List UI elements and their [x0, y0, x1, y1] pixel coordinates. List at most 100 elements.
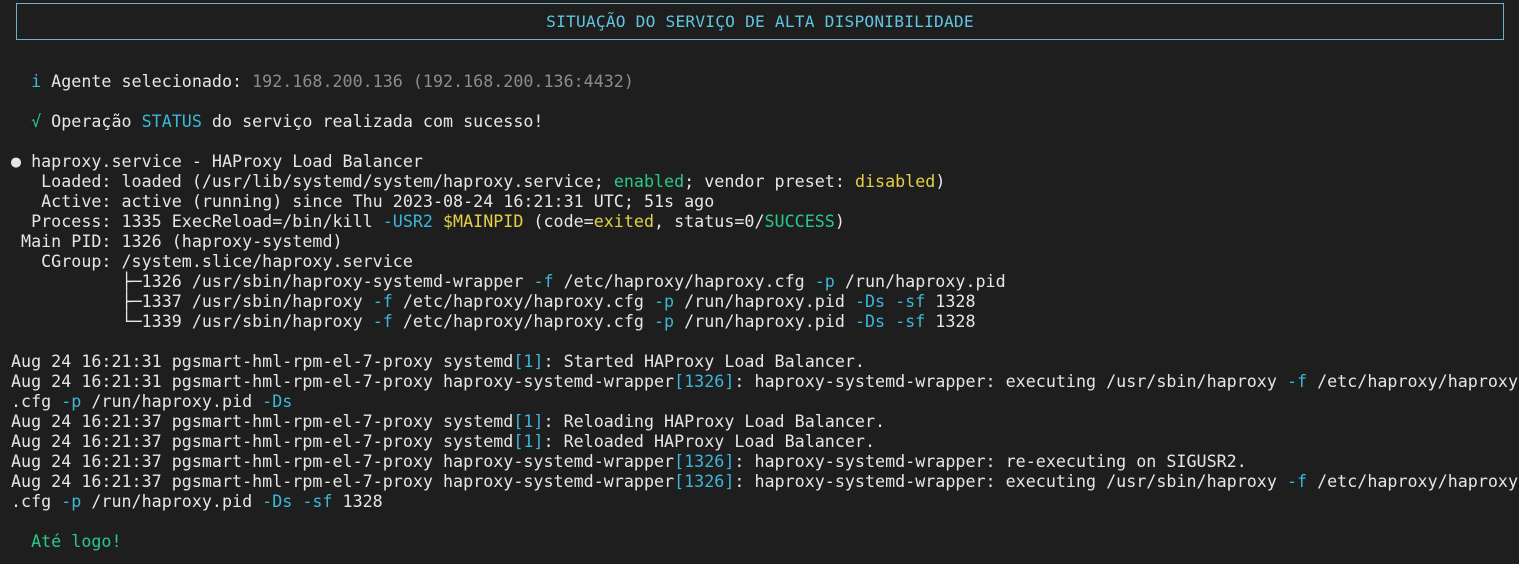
tree-prefix: ├─1337 /usr/sbin/haproxy	[11, 291, 373, 311]
log-message: : Reloading HAProxy Load Balancer.	[543, 411, 886, 431]
process-flag: -USR2	[382, 211, 433, 231]
log-message: : haproxy-systemd-wrapper: executing /us…	[734, 471, 1287, 491]
cgroup-line: CGroup: /system.slice/haproxy.service	[11, 251, 413, 271]
banner-title: SITUAÇÃO DO SERVIÇO DE ALTA DISPONIBILID…	[546, 12, 974, 31]
log-path: /run/haproxy.pid	[81, 491, 263, 511]
info-line: i Agente selecionado: 192.168.200.136 (1…	[11, 71, 1519, 91]
log-flag: -f	[1286, 471, 1308, 491]
process-line: Process: 1335 ExecReload=/bin/kill -USR2…	[11, 211, 1519, 231]
log-pid: [1]	[513, 351, 544, 371]
log-pid: [1]	[513, 411, 544, 431]
tree-arg	[885, 291, 895, 311]
log-continuation: .cfg	[11, 491, 62, 511]
active-line: Active: active (running) since Thu 2023-…	[11, 191, 715, 211]
log-line: Aug 24 16:21:37 pgsmart-hml-rpm-el-7-pro…	[11, 431, 1519, 451]
tree-flag: -Ds	[854, 291, 886, 311]
tree-flag: -Ds	[854, 311, 886, 331]
log-line: Aug 24 16:21:37 pgsmart-hml-rpm-el-7-pro…	[11, 451, 1519, 471]
tree-arg	[885, 311, 895, 331]
tree-flag: -sf	[895, 311, 926, 331]
tree-prefix: ├─1326 /usr/sbin/haproxy-systemd-wrapper	[11, 271, 534, 291]
log-arg: 1328	[332, 491, 383, 511]
log-message: : haproxy-systemd-wrapper: executing /us…	[734, 371, 1287, 391]
loaded-pre: Loaded: loaded (/usr/lib/systemd/system/…	[11, 171, 614, 191]
tree-flag: -sf	[895, 291, 926, 311]
cgroup-tree-line: ├─1337 /usr/sbin/haproxy -f /etc/haproxy…	[11, 291, 1519, 311]
status-header-line: ● haproxy.service - HAProxy Load Balance…	[11, 151, 1519, 171]
tree-flag: -f	[533, 271, 554, 291]
log-line: Aug 24 16:21:37 pgsmart-hml-rpm-el-7-pro…	[11, 411, 1519, 431]
log-flag: -Ds	[262, 491, 293, 511]
log-pid: [1326]	[674, 451, 735, 471]
process-space	[433, 211, 443, 231]
check-icon: √	[31, 111, 42, 131]
process-exited: exited	[593, 211, 654, 231]
log-line: Aug 24 16:21:31 pgsmart-hml-rpm-el-7-pro…	[11, 351, 1519, 371]
tree-arg: 1328	[925, 291, 976, 311]
log-message: : haproxy-systemd-wrapper: re-executing …	[734, 451, 1247, 471]
log-pid: [1326]	[674, 371, 735, 391]
status-bullet-icon: ●	[11, 151, 22, 171]
log-space	[292, 491, 302, 511]
log-path: /etc/haproxy/haproxy	[1307, 371, 1519, 391]
process-pre: Process: 1335 ExecReload=/bin/kill	[11, 211, 383, 231]
cgroup-tree-line: ├─1326 /usr/sbin/haproxy-systemd-wrapper…	[11, 271, 1519, 291]
tree-prefix: └─1339 /usr/sbin/haproxy	[11, 311, 373, 331]
mainpid-line: Main PID: 1326 (haproxy-systemd)	[11, 231, 343, 251]
agent-address: 192.168.200.136 (192.168.200.136:4432)	[252, 71, 634, 91]
log-path: /run/haproxy.pid	[81, 391, 263, 411]
tree-arg: /etc/haproxy/haproxy.cfg	[392, 311, 654, 331]
log-message: : Started HAProxy Load Balancer.	[543, 351, 865, 371]
log-flag: -p	[61, 391, 82, 411]
process-post: )	[834, 211, 845, 231]
log-prefix: Aug 24 16:21:37 pgsmart-hml-rpm-el-7-pro…	[11, 411, 514, 431]
log-flag: -f	[1286, 371, 1308, 391]
farewell-line: Até logo!	[11, 531, 1519, 551]
tree-arg: /etc/haproxy/haproxy.cfg	[553, 271, 815, 291]
tree-flag: -p	[814, 271, 835, 291]
loaded-mid: ; vendor preset:	[684, 171, 855, 191]
log-message: : Reloaded HAProxy Load Balancer.	[543, 431, 876, 451]
operation-name: STATUS	[141, 111, 202, 131]
log-path: /etc/haproxy/haproxy	[1307, 471, 1519, 491]
log-flag: -Ds	[262, 391, 293, 411]
loaded-line: Loaded: loaded (/usr/lib/systemd/system/…	[11, 171, 1519, 191]
log-prefix: Aug 24 16:21:37 pgsmart-hml-rpm-el-7-pro…	[11, 471, 675, 491]
result-prefix: Operação	[41, 111, 142, 131]
tree-flag: -f	[372, 311, 393, 331]
log-continuation-line: .cfg -p /run/haproxy.pid -Ds -sf 1328	[11, 491, 1519, 511]
tree-arg: /run/haproxy.pid	[674, 291, 855, 311]
log-flag: -sf	[302, 491, 333, 511]
log-pid: [1]	[513, 431, 544, 451]
log-line: Aug 24 16:21:37 pgsmart-hml-rpm-el-7-pro…	[11, 471, 1519, 491]
result-suffix: do serviço realizada com sucesso!	[201, 111, 544, 131]
tree-arg: 1328	[925, 311, 976, 331]
banner: SITUAÇÃO DO SERVIÇO DE ALTA DISPONIBILID…	[16, 3, 1504, 40]
tree-arg: /run/haproxy.pid	[674, 311, 855, 331]
process-var: $MAINPID	[443, 211, 524, 231]
loaded-disabled: disabled	[854, 171, 936, 191]
terminal-output: i Agente selecionado: 192.168.200.136 (1…	[11, 71, 1519, 551]
tree-arg: /etc/haproxy/haproxy.cfg	[392, 291, 654, 311]
log-flag: -p	[61, 491, 82, 511]
log-continuation-line: .cfg -p /run/haproxy.pid -Ds	[11, 391, 1519, 411]
loaded-post: )	[935, 171, 946, 191]
process-success: SUCCESS	[764, 211, 835, 231]
loaded-enabled: enabled	[613, 171, 685, 191]
tree-flag: -p	[654, 311, 675, 331]
log-pid: [1326]	[674, 471, 735, 491]
tree-flag: -p	[654, 291, 675, 311]
info-label: Agente selecionado:	[41, 71, 253, 91]
process-mid1: (code=	[523, 211, 594, 231]
log-prefix: Aug 24 16:21:37 pgsmart-hml-rpm-el-7-pro…	[11, 451, 675, 471]
log-prefix: Aug 24 16:21:31 pgsmart-hml-rpm-el-7-pro…	[11, 351, 514, 371]
cgroup-tree-line: └─1339 /usr/sbin/haproxy -f /etc/haproxy…	[11, 311, 1519, 331]
info-icon: i	[31, 71, 42, 91]
tree-arg: /run/haproxy.pid	[834, 271, 1006, 291]
status-header: haproxy.service - HAProxy Load Balancer	[21, 151, 423, 171]
log-continuation: .cfg	[11, 391, 62, 411]
